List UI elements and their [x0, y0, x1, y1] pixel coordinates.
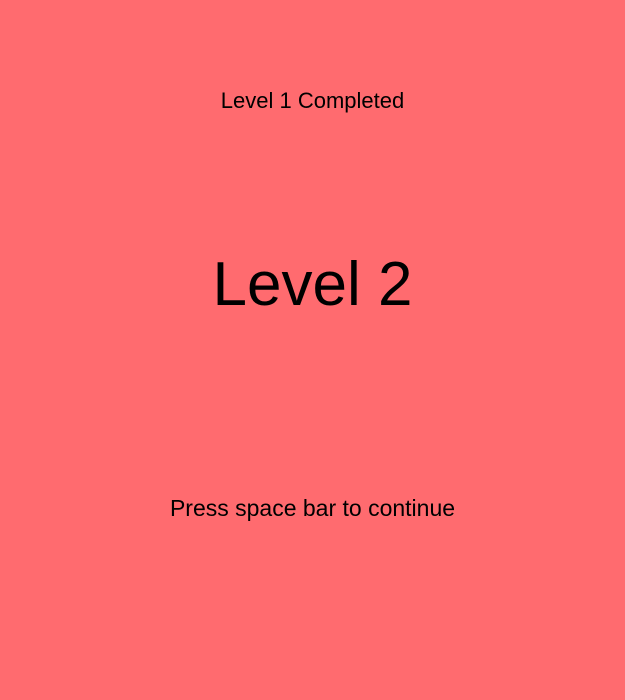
continue-prompt: Press space bar to continue	[169, 495, 456, 521]
level-transition-screen: Level 1 Completed Level 2 Press space ba…	[0, 0, 625, 700]
next-level-title: Level 2	[212, 250, 413, 319]
level-completed-message: Level 1 Completed	[220, 88, 405, 113]
